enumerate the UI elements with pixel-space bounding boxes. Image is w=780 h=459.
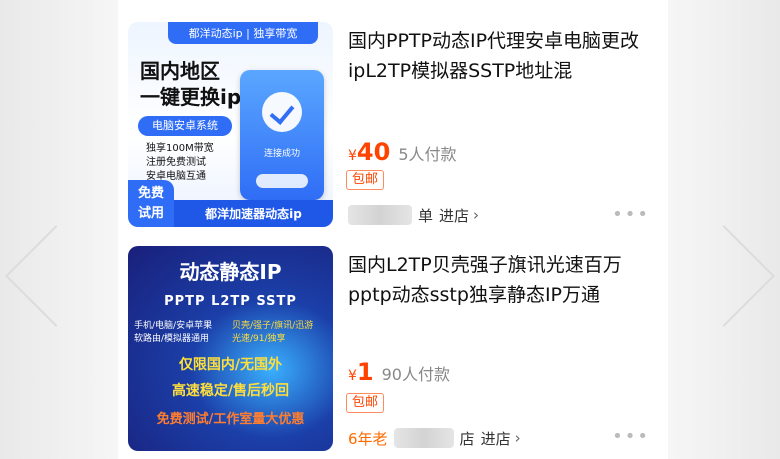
price: 1	[356, 358, 374, 386]
thumb-left-lines: 手机/电脑/安卓苹果 软路由/模拟器通用	[134, 320, 212, 346]
background-right	[668, 0, 780, 459]
chevron-right-icon: ›	[473, 206, 480, 224]
thumb-pill: 电脑安卓系统	[138, 116, 232, 136]
thumb-notes: 独享100M带宽 注册免费测试 安卓电脑互通	[146, 142, 214, 184]
thumb-protocols: PPTP L2TP SSTP	[164, 294, 297, 309]
chevron-right-icon: ›	[514, 429, 521, 447]
thumb-line: 手机/电脑/安卓苹果	[134, 321, 213, 331]
thumb-line: 软路由/模拟器通用	[134, 334, 210, 344]
currency-symbol: ¥	[348, 148, 357, 164]
free-trial-badge: 免费 试用	[128, 180, 174, 227]
check-icon	[262, 92, 302, 132]
currency-symbol: ¥	[348, 368, 357, 384]
shop-name-suffix: 店	[459, 429, 475, 448]
thumb-line: 贝壳/强子/旗讯/迅游	[232, 321, 314, 331]
thumb-title: 动态静态IP	[179, 260, 282, 284]
thumb-note: 独享100M带宽	[146, 143, 214, 154]
more-options-icon[interactable]: •••	[612, 204, 650, 225]
shop-name-prefix: 6年老	[348, 429, 388, 448]
enter-shop-label: 进店	[480, 429, 511, 448]
product-thumbnail[interactable]: 动态静态IP PPTP L2TP SSTP 手机/电脑/安卓苹果 软路由/模拟器…	[128, 246, 333, 451]
phone-status-text: 连接成功	[263, 149, 300, 159]
price-row: ¥ 1 90人付款	[348, 358, 450, 386]
product-title[interactable]: 国内L2TP贝壳强子旗讯光速百万pptp动态sstp独享静态IP万通	[348, 250, 658, 310]
sold-count: 5人付款	[398, 145, 457, 164]
enter-shop-label: 进店	[439, 206, 470, 225]
product-thumbnail[interactable]: 都洋动态ip | 独享带宽 国内地区 一键更换ip 电脑安卓系统 独享100M带…	[128, 22, 333, 227]
shop-name-suffix: 单	[418, 206, 434, 225]
thumb-right-lines: 贝壳/强子/旗讯/迅游 光速/91/独享	[232, 320, 313, 346]
phone-button-shape	[256, 174, 308, 188]
shop-name-blurred	[393, 428, 454, 448]
background-left	[0, 0, 118, 459]
free-shipping-tag: 包邮	[346, 393, 385, 413]
thumb-note: 注册免费测试	[146, 157, 206, 168]
free-shipping-tag: 包邮	[346, 170, 385, 190]
shop-link[interactable]: 单 进店 ›	[348, 201, 479, 229]
thumb-feature-3: 免费测试/工作室量大优惠	[156, 412, 305, 427]
thumb-brand: 都洋加速器动态ip	[174, 200, 333, 227]
more-options-icon[interactable]: •••	[612, 426, 650, 447]
thumb-line: 光速/91/独享	[232, 334, 286, 344]
shop-name-blurred	[348, 205, 412, 225]
shop-link[interactable]: 6年老 店 进店 ›	[348, 424, 521, 452]
thumb-headline: 国内地区 一键更换ip	[140, 58, 241, 110]
thumb-feature-2: 高速稳定/售后秒回	[171, 383, 290, 399]
price-row: ¥ 40 5人付款	[348, 138, 457, 166]
product-card[interactable]: 都洋动态ip | 独享带宽 国内地区 一键更换ip 电脑安卓系统 独享100M带…	[118, 0, 668, 227]
thumb-headline-line2: 一键更换ip	[140, 85, 242, 109]
thumb-feature-1: 仅限国内/无国外	[178, 357, 283, 373]
product-feed: 都洋动态ip | 独享带宽 国内地区 一键更换ip 电脑安卓系统 独享100M带…	[118, 0, 668, 459]
thumb-headline-line1: 国内地区	[140, 59, 220, 83]
product-card[interactable]: 动态静态IP PPTP L2TP SSTP 手机/电脑/安卓苹果 软路由/模拟器…	[118, 236, 668, 458]
sold-count: 90人付款	[381, 365, 450, 384]
phone-illustration: 连接成功	[240, 70, 324, 200]
product-title[interactable]: 国内PPTP动态IP代理安卓电脑更改ipL2TP模拟器SSTP地址混	[348, 26, 658, 86]
price: 40	[356, 138, 391, 166]
thumb-tab: 都洋动态ip | 独享带宽	[168, 22, 318, 44]
